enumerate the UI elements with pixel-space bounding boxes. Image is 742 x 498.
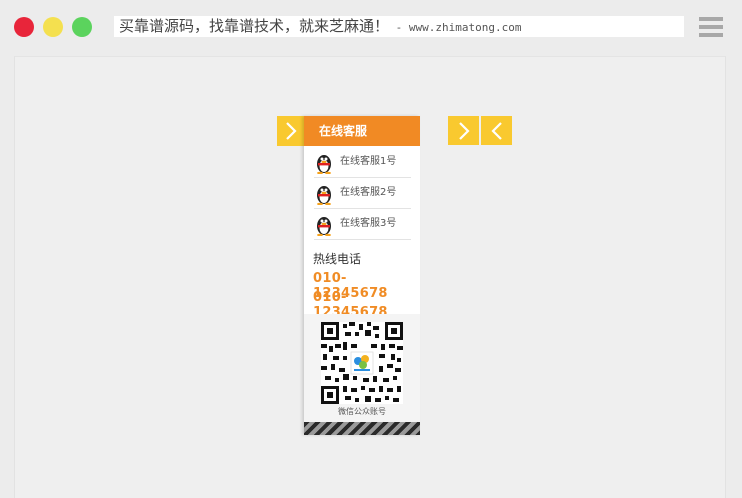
maximize-window-dot[interactable] bbox=[72, 17, 92, 37]
qq-service-label: 在线客服1号 bbox=[340, 156, 397, 167]
browser-chrome: 买靠谱源码，找靠谱技术，就来芝麻通！ - www.zhimatong.com bbox=[0, 0, 742, 54]
hotline-title: 热线电话 bbox=[313, 252, 362, 266]
qq-service-item-3[interactable]: 在线客服3号 bbox=[314, 209, 411, 240]
qq-service-item-1[interactable]: 在线客服1号 bbox=[314, 147, 411, 178]
online-service-panel: 在线客服 在线客服1号 在线客服2号 在线客服3号 热线电话 010-12345… bbox=[304, 116, 420, 435]
qq-service-label: 在线客服3号 bbox=[340, 218, 397, 229]
minimize-window-dot[interactable] bbox=[43, 17, 63, 37]
address-text: 买靠谱源码，找靠谱技术，就来芝麻通！ bbox=[119, 17, 390, 35]
close-window-dot[interactable] bbox=[14, 17, 34, 37]
qr-caption: 微信公众账号 bbox=[338, 407, 386, 416]
qq-penguin-icon bbox=[317, 155, 331, 174]
qq-penguin-icon bbox=[317, 186, 331, 205]
chevron-right-icon bbox=[459, 122, 470, 140]
expand-panel-button[interactable] bbox=[448, 116, 479, 145]
wechat-qr-code bbox=[321, 322, 403, 404]
panel-footer-stripe bbox=[304, 422, 420, 435]
qq-service-label: 在线客服2号 bbox=[340, 187, 397, 198]
qq-service-item-2[interactable]: 在线客服2号 bbox=[314, 178, 411, 209]
collapse-left-button[interactable] bbox=[481, 116, 512, 145]
address-url: - www.zhimatong.com bbox=[389, 21, 522, 34]
chevron-right-icon bbox=[286, 122, 297, 140]
collapse-panel-button[interactable] bbox=[277, 116, 304, 146]
hamburger-menu-icon[interactable] bbox=[699, 17, 723, 37]
qq-penguin-icon bbox=[317, 217, 331, 236]
chevron-left-icon bbox=[491, 122, 502, 140]
address-bar[interactable]: 买靠谱源码，找靠谱技术，就来芝麻通！ - www.zhimatong.com bbox=[114, 16, 684, 37]
panel-title: 在线客服 bbox=[304, 116, 420, 146]
qr-code-area: 微信公众账号 bbox=[304, 314, 420, 422]
